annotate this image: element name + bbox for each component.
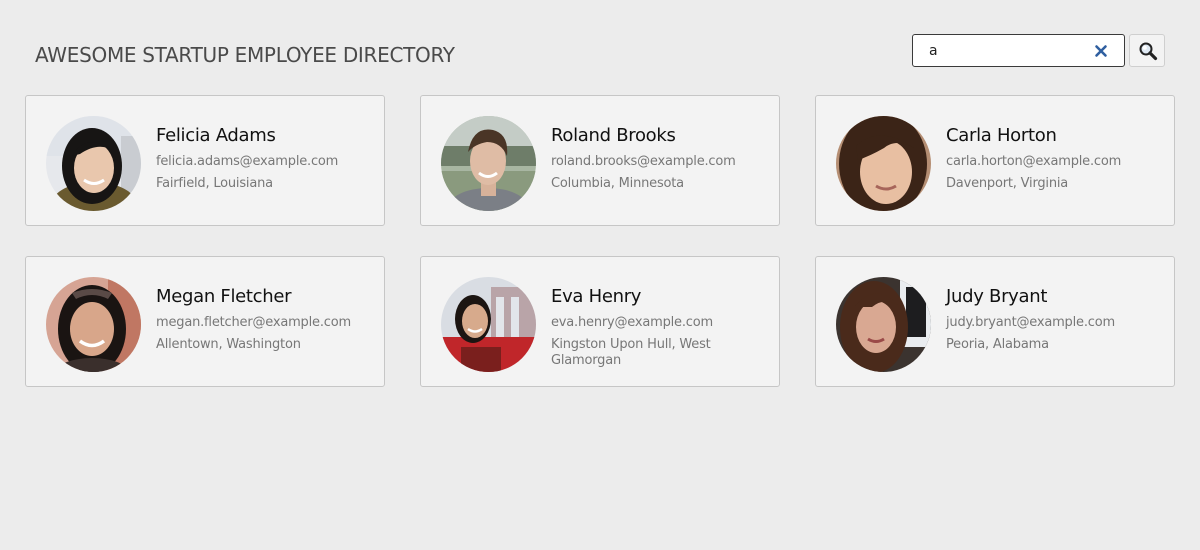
employee-card[interactable]: Megan Fletcher megan.fletcher@example.co… <box>25 256 385 387</box>
employee-card[interactable]: Carla Horton carla.horton@example.com Da… <box>815 95 1175 226</box>
avatar <box>441 116 536 211</box>
employee-email: felicia.adams@example.com <box>156 154 339 169</box>
employee-name: Carla Horton <box>946 125 1057 146</box>
employee-info: Judy Bryant judy.bryant@example.com Peor… <box>946 285 1161 353</box>
avatar <box>46 277 141 372</box>
employee-location: Allentown, Washington <box>156 337 301 352</box>
employee-location: Davenport, Virginia <box>946 176 1069 191</box>
employee-card[interactable]: Eva Henry eva.henry@example.com Kingston… <box>420 256 780 387</box>
employee-info: Megan Fletcher megan.fletcher@example.co… <box>156 285 371 353</box>
employee-name: Roland Brooks <box>551 125 676 146</box>
employee-email: megan.fletcher@example.com <box>156 315 351 330</box>
employee-name: Felicia Adams <box>156 125 276 146</box>
employee-location: Columbia, Minnesota <box>551 176 684 191</box>
employee-directory-page: AWESOME STARTUP EMPLOYEE DIRECTORY a Fel… <box>0 0 1200 550</box>
avatar <box>46 116 141 211</box>
employee-email: carla.horton@example.com <box>946 154 1122 169</box>
avatar <box>441 277 536 372</box>
employee-card[interactable]: Roland Brooks roland.brooks@example.com … <box>420 95 780 226</box>
employee-location: Fairfield, Louisiana <box>156 176 273 191</box>
employee-location: Peoria, Alabama <box>946 337 1049 352</box>
employee-name: Eva Henry <box>551 286 642 307</box>
employee-info: Carla Horton carla.horton@example.com Da… <box>946 124 1161 192</box>
employee-name: Megan Fletcher <box>156 286 292 307</box>
search-box <box>912 34 1125 67</box>
employee-info: Felicia Adams felicia.adams@example.com … <box>156 124 371 192</box>
employee-email: judy.bryant@example.com <box>946 315 1115 330</box>
employee-card[interactable]: Judy Bryant judy.bryant@example.com Peor… <box>815 256 1175 387</box>
search-button[interactable] <box>1129 34 1165 67</box>
employee-info: Eva Henry eva.henry@example.com Kingston… <box>551 285 766 369</box>
employee-name: Judy Bryant <box>946 286 1048 307</box>
employee-email: eva.henry@example.com <box>551 315 713 330</box>
employee-info: Roland Brooks roland.brooks@example.com … <box>551 124 766 192</box>
avatar <box>836 277 931 372</box>
employee-email: roland.brooks@example.com <box>551 154 736 169</box>
employee-location: Kingston Upon Hull, West Glamorgan <box>551 337 711 368</box>
employee-card[interactable]: Felicia Adams felicia.adams@example.com … <box>25 95 385 226</box>
page-title: AWESOME STARTUP EMPLOYEE DIRECTORY <box>35 43 455 67</box>
avatar <box>836 116 931 211</box>
search-input[interactable] <box>913 35 1089 66</box>
close-icon[interactable] <box>1093 43 1109 59</box>
